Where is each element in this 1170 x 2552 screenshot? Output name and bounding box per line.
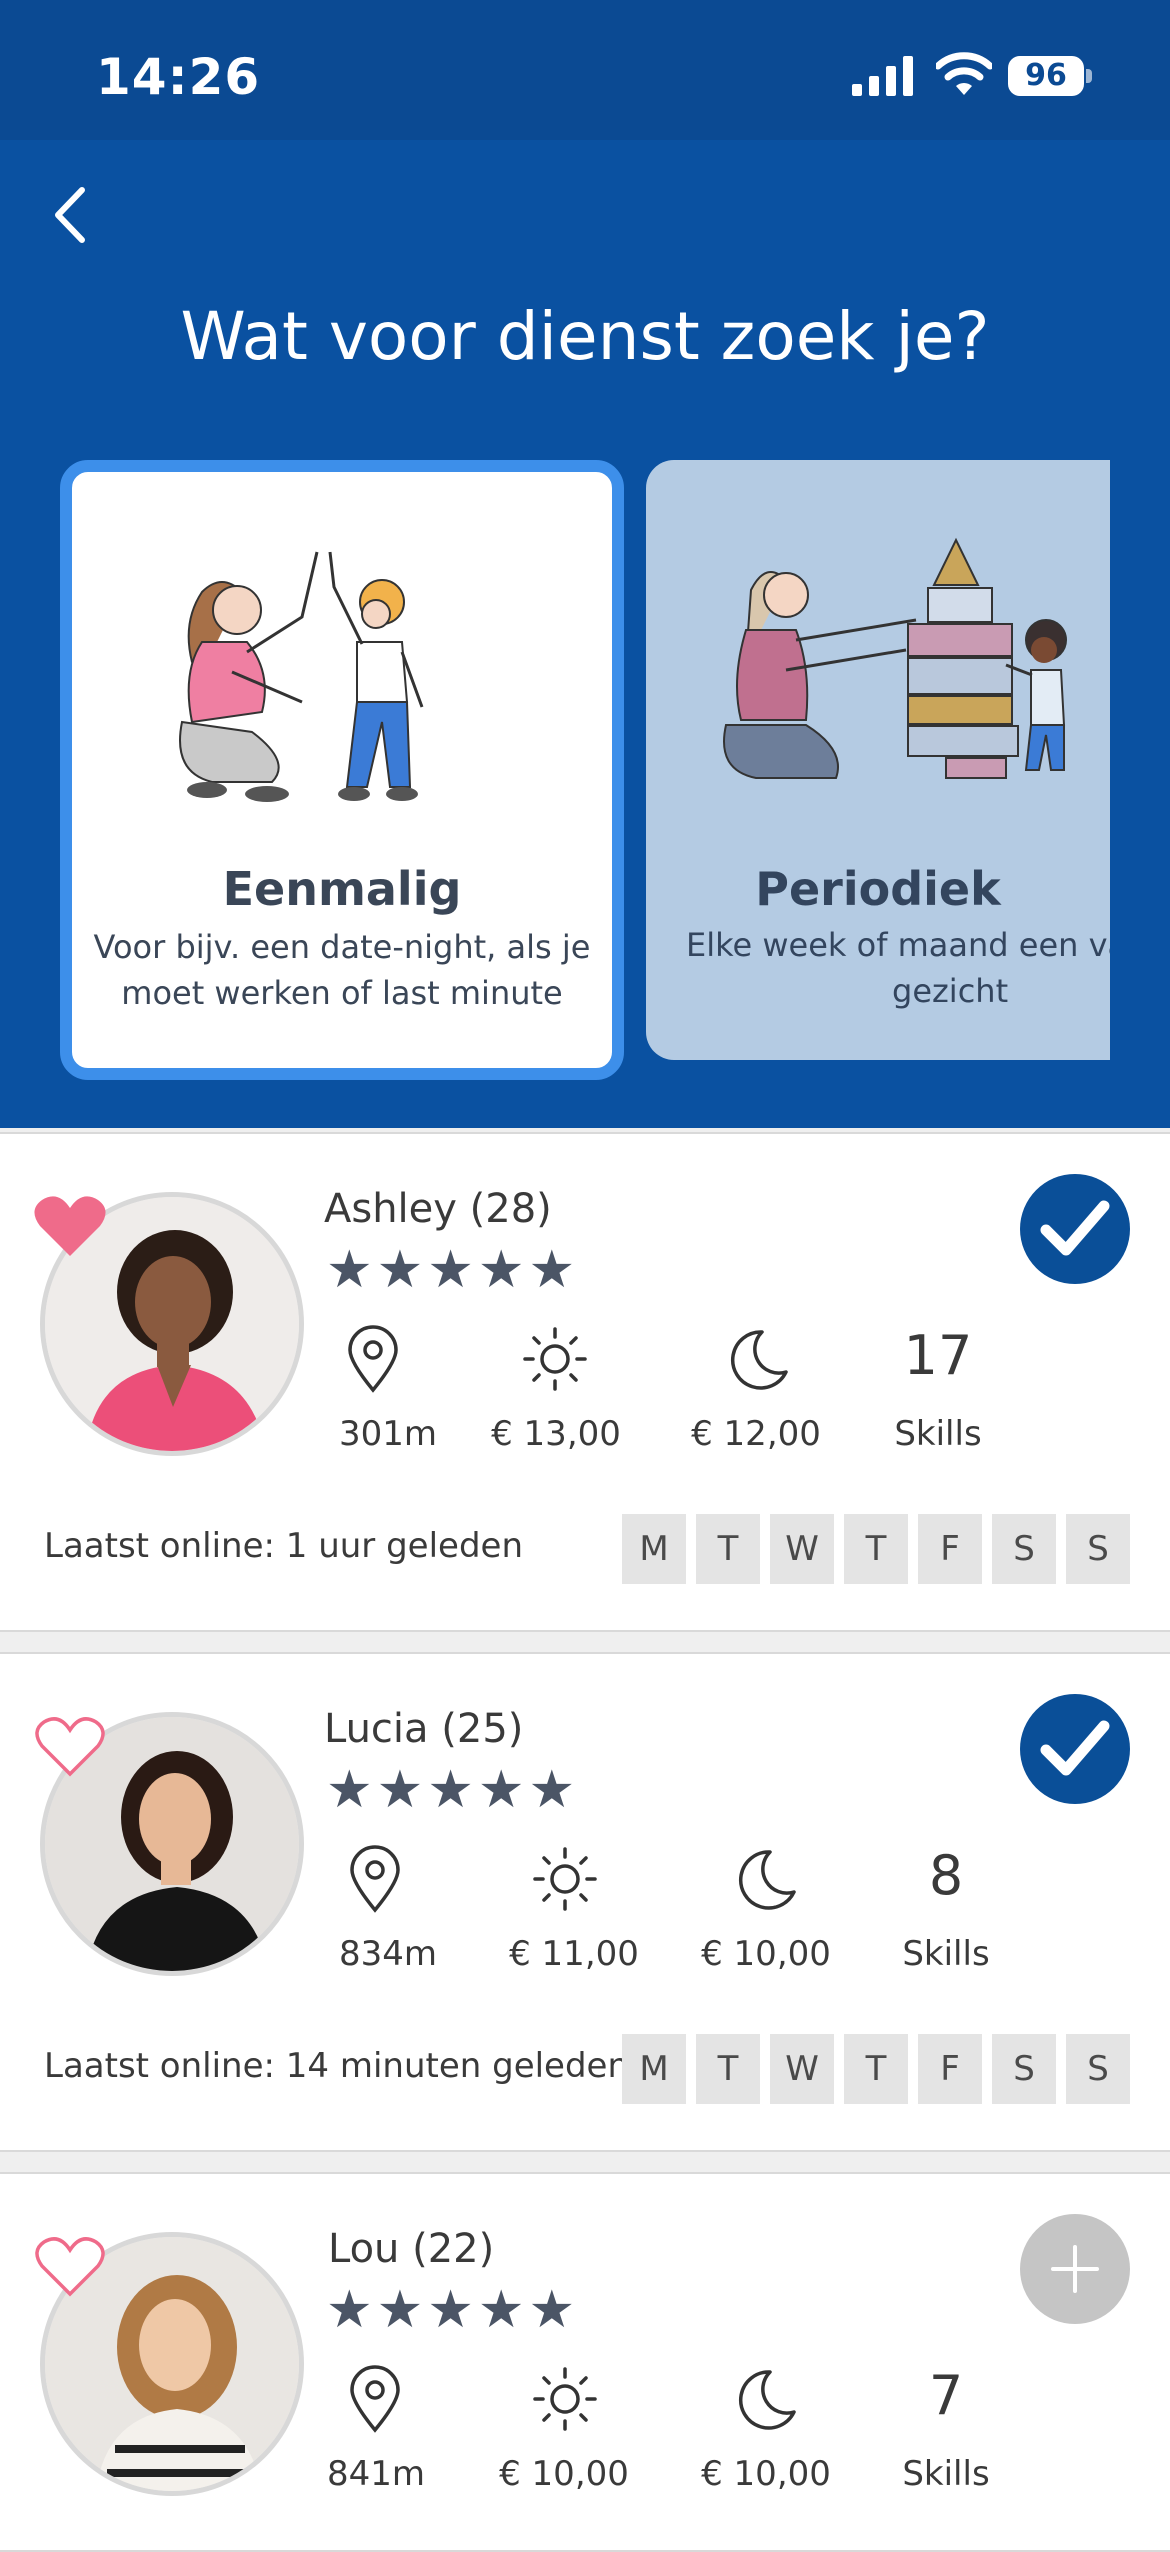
sun-icon <box>523 1327 587 1391</box>
skills-label: Skills <box>894 1414 982 1454</box>
wifi-icon <box>936 52 992 95</box>
availability-days: M T W T F S S <box>622 2034 1130 2104</box>
skills-count: 17 <box>903 1324 973 1387</box>
day-fri: F <box>918 2034 982 2104</box>
star-rating: ★★★★★ <box>326 1761 580 1819</box>
selected-check-button[interactable] <box>1020 1694 1130 1804</box>
skills-label: Skills <box>902 2454 990 2494</box>
heart-filled-icon[interactable] <box>34 1192 106 1258</box>
skills-count: 8 <box>928 1844 964 1907</box>
day-mon: M <box>622 2034 686 2104</box>
day-fri: F <box>918 1514 982 1584</box>
sitter-name: Lou (22) <box>328 2226 495 2272</box>
status-time: 14:26 <box>96 48 261 106</box>
night-rate-value: € 12,00 <box>691 1414 821 1454</box>
service-description: Voor bijv. een date-night, als je moet w… <box>93 928 591 1012</box>
high-five-illustration <box>179 551 424 802</box>
checkmark-icon <box>1040 1200 1110 1256</box>
battery-level: 96 <box>1008 56 1084 96</box>
day-wed: W <box>770 2034 834 2104</box>
location-pin-icon <box>350 2365 400 2433</box>
distance-value: 834m <box>338 1934 437 1974</box>
last-online-text: Laatst online: 14 minuten geleden <box>44 2046 630 2086</box>
building-blocks-illustration <box>723 537 1067 779</box>
distance-value: 841m <box>326 2454 425 2494</box>
star-rating: ★★★★★ <box>326 1241 580 1299</box>
service-card-periodiek[interactable]: Periodiek Elke week of maand een vast ge… <box>646 460 1110 1060</box>
day-mon: M <box>622 1514 686 1584</box>
sitter-card[interactable]: Ashley (28) ★★★★★ 301m € 13,00 € 12,00 1… <box>0 1132 1170 1632</box>
service-title: Periodiek <box>755 862 1001 916</box>
sitter-card[interactable]: Lucia (25) ★★★★★ 834m € 11,00 € 10,00 8 … <box>0 1652 1170 2152</box>
checkmark-icon <box>1040 1720 1110 1776</box>
service-card-eenmalig[interactable]: Eenmalig Voor bijv. een date-night, als … <box>60 460 624 1080</box>
star-rating: ★★★★★ <box>326 2281 580 2339</box>
day-sun: S <box>1066 2034 1130 2104</box>
sitter-name: Ashley (28) <box>324 1186 552 1232</box>
moon-icon <box>739 1850 796 1910</box>
page-title: Wat voor dienst zoek je? <box>180 298 990 375</box>
sitter-name: Lucia (25) <box>324 1706 524 1752</box>
availability-days: M T W T F S S <box>622 1514 1130 1584</box>
service-title: Eenmalig <box>222 862 462 916</box>
sitter-card[interactable]: Lou (22) ★★★★★ 841m € 10,00 € 10,00 7 Sk… <box>0 2172 1170 2552</box>
day-tue: T <box>696 1514 760 1584</box>
moon-icon <box>739 2370 796 2430</box>
status-bar: 14:26 96 <box>0 0 1170 140</box>
header-section: 14:26 96 Wat voor dienst zoek je? Eenmal… <box>0 0 1170 1128</box>
day-sun: S <box>1066 1514 1130 1584</box>
day-wed: W <box>770 1514 834 1584</box>
skills-label: Skills <box>902 1934 990 1974</box>
day-thu: T <box>844 2034 908 2104</box>
day-thu: T <box>844 1514 908 1584</box>
selected-check-button[interactable] <box>1020 1174 1130 1284</box>
day-rate-value: € 10,00 <box>499 2454 629 2494</box>
plus-icon <box>1051 2245 1099 2293</box>
skills-count: 7 <box>928 2364 964 2427</box>
signal-icon <box>852 56 913 96</box>
last-online-text: Laatst online: 1 uur geleden <box>44 1526 524 1566</box>
battery-indicator: 96 <box>1008 56 1092 96</box>
sun-icon <box>533 1847 597 1911</box>
night-rate-value: € 10,00 <box>701 2454 831 2494</box>
moon-icon <box>731 1330 788 1390</box>
heart-outline-icon[interactable] <box>34 2232 106 2298</box>
location-pin-icon <box>350 1845 400 1913</box>
service-description: Elke week of maand een vast gezicht <box>686 922 1110 1014</box>
location-pin-icon <box>348 1325 398 1393</box>
service-description-line2: gezicht <box>892 972 1009 1010</box>
day-rate-value: € 13,00 <box>491 1414 621 1454</box>
night-rate-value: € 10,00 <box>701 1934 831 1974</box>
day-sat: S <box>992 1514 1056 1584</box>
sun-icon <box>533 2367 597 2431</box>
back-chevron-icon[interactable] <box>44 180 100 250</box>
service-description-line1: Elke week of maand een vast <box>686 926 1110 964</box>
day-rate-value: € 11,00 <box>509 1934 639 1974</box>
day-tue: T <box>696 2034 760 2104</box>
heart-outline-icon[interactable] <box>34 1712 106 1778</box>
day-sat: S <box>992 2034 1056 2104</box>
add-sitter-button[interactable] <box>1020 2214 1130 2324</box>
